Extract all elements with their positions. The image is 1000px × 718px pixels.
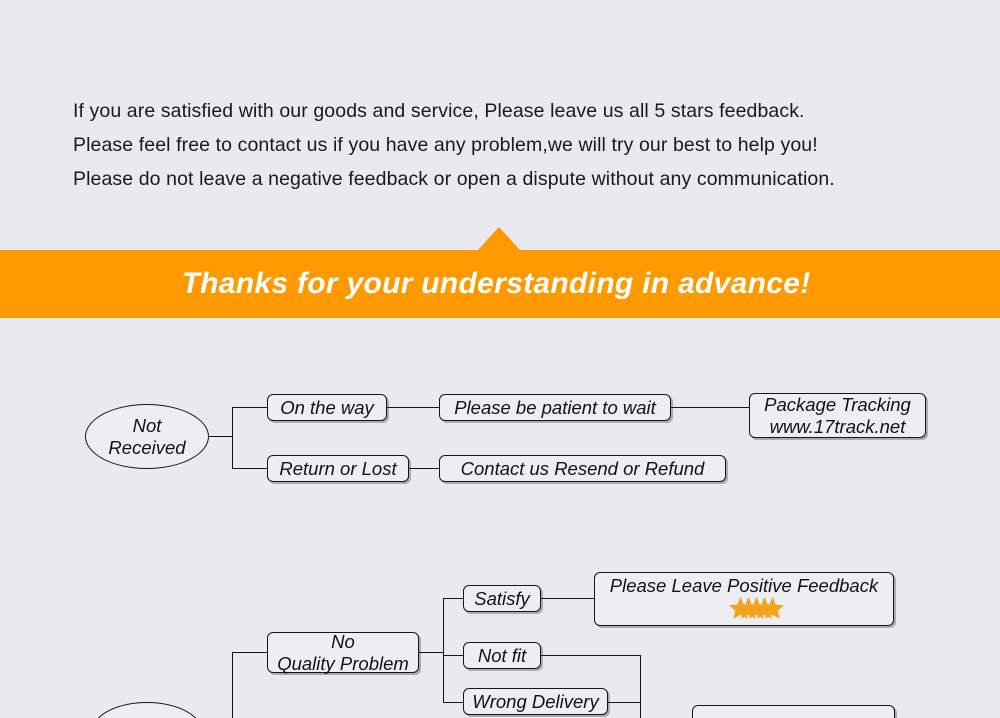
node-not-received-line-2: Received [108,436,186,458]
node-package-tracking-line-2: www.17track.net [769,415,906,437]
node-not-received-line-1: Not [132,414,162,436]
node-please-be-patient-label: Please be patient to wait [454,397,656,418]
node-please-leave-positive-feedback: Please Leave Positive Feedback [594,572,894,626]
intro-line-3: Please do not leave a negative feedback … [73,168,835,190]
connector-to-return-or-lost [232,468,267,469]
connector-to-not-fit [443,655,463,656]
node-please-be-patient: Please be patient to wait [439,394,671,421]
connector-on-the-way-to-patient [387,407,439,408]
node-no-quality-problem: No Quality Problem [267,630,419,674]
node-not-fit: Not fit [463,642,541,669]
page-root: If you are satisfied with our goods and … [0,0,1000,718]
node-received-ellipse-cutoff [92,702,202,718]
connector-to-on-the-way [232,407,267,408]
intro-line-1: If you are satisfied with our goods and … [73,100,805,122]
connector-satisfy-to-feedback [541,598,594,599]
connector-patient-to-tracking [671,407,749,408]
intro-paragraph: If you are satisfied with our goods and … [73,94,973,196]
connector-to-wrong-delivery [443,702,463,703]
node-package-tracking-line-1: Package Tracking [764,393,911,415]
connector-to-no-quality-problem [232,652,267,653]
node-contact-us-cutoff: Contact us [692,705,895,718]
node-return-or-lost: Return or Lost [267,455,409,482]
connector-quality-split [443,598,444,703]
banner-notch-triangle-icon [478,227,520,250]
connector-quality-out [419,652,444,653]
node-return-or-lost-label: Return or Lost [279,458,397,479]
node-no-quality-problem-line-1: No [331,630,355,652]
banner-text: Thanks for your understanding in advance… [181,267,811,300]
node-satisfy: Satisfy [463,585,541,612]
node-feedback-label: Please Leave Positive Feedback [609,575,879,596]
intro-line-2: Please feel free to contact us if you ha… [73,134,818,156]
connector-contact-join-vertical [640,655,641,718]
node-wrong-delivery-label: Wrong Delivery [472,691,599,712]
connector-not-fit-to-contact [541,655,641,656]
node-on-the-way-label: On the way [280,397,374,418]
node-contact-resend-refund-label: Contact us Resend or Refund [460,458,705,479]
connector-received-trunk-vertical [232,652,233,718]
node-wrong-delivery: Wrong Delivery [463,688,608,715]
connector-wrong-delivery-to-contact [608,702,641,703]
node-not-fit-label: Not fit [477,645,527,666]
node-contact-us-label: Contact us [743,715,843,718]
node-on-the-way: On the way [267,394,387,421]
connector-not-received-split [232,407,233,469]
node-package-tracking: Package Tracking www.17track.net [749,393,926,438]
node-not-received: Not Received [85,404,209,469]
node-no-quality-problem-line-2: Quality Problem [277,652,409,674]
node-satisfy-label: Satisfy [474,588,530,609]
connector-not-received-trunk [209,436,233,437]
connector-return-to-contact [409,468,439,469]
node-contact-resend-refund: Contact us Resend or Refund [439,455,726,482]
connector-to-satisfy [443,598,463,599]
